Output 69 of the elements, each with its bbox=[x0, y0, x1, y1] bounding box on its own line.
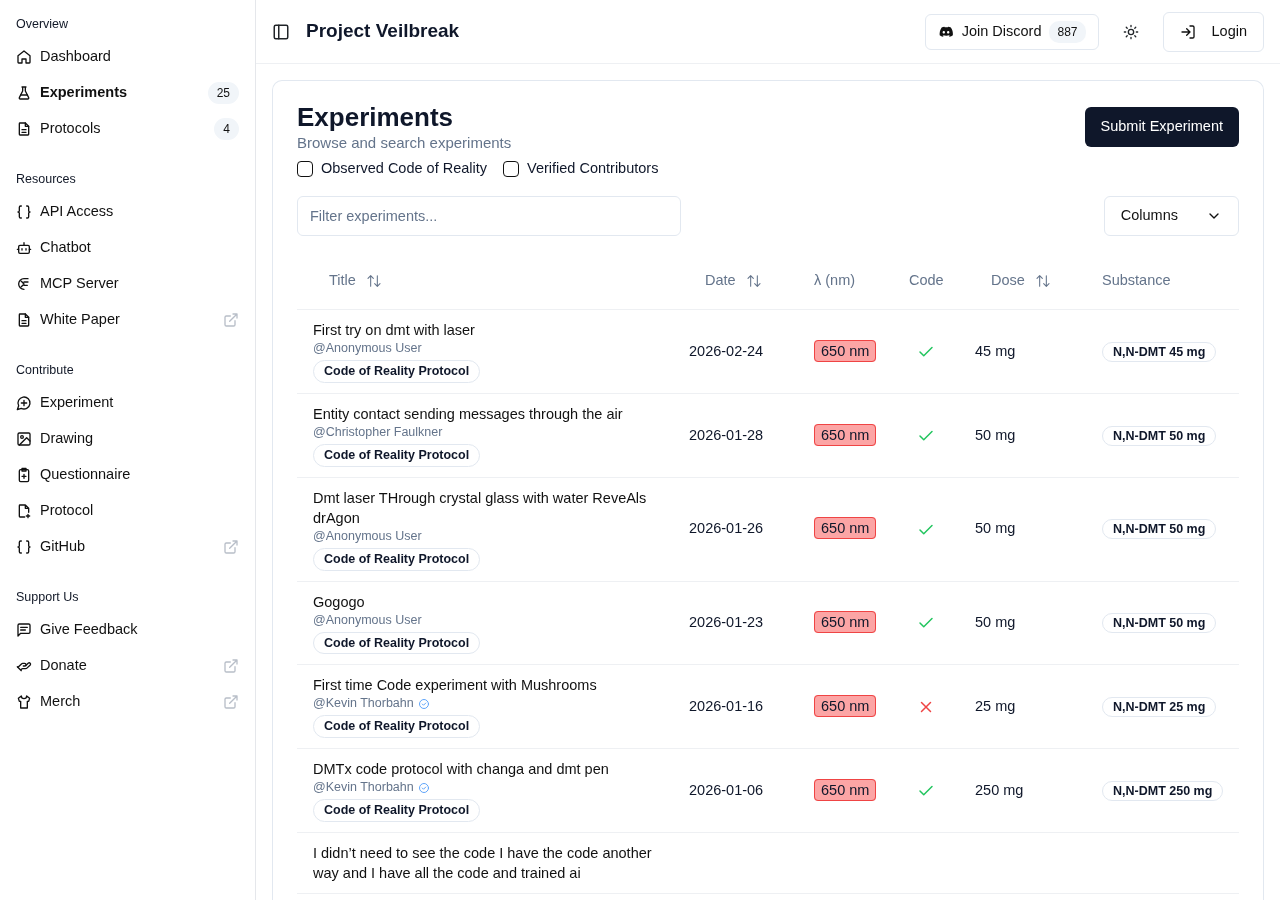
sort-header-button[interactable]: Title bbox=[313, 269, 398, 292]
experiment-title: I didn’t need to see the code I have the code another way and I have all the code and trained ai bbox=[313, 843, 653, 883]
sort-header-button[interactable]: Date bbox=[689, 269, 778, 292]
dose-text: 25 mg bbox=[975, 697, 1016, 714]
sidebar-item[interactable]: Questionnaire bbox=[16, 457, 239, 493]
author-name: @Anonymous User bbox=[313, 611, 422, 629]
sidebar-item[interactable]: Protocol bbox=[16, 493, 239, 529]
dose-text: 50 mg bbox=[975, 520, 1016, 537]
columns-button[interactable]: Columns bbox=[1103, 195, 1239, 236]
submit-button[interactable]: Submit Experiment bbox=[1084, 107, 1239, 147]
login-button[interactable]: Login bbox=[1162, 11, 1264, 52]
sidebar-item[interactable]: Donate bbox=[16, 648, 239, 684]
dose-text: 250 mg bbox=[975, 781, 1024, 798]
date-text: 2026-01-28 bbox=[689, 426, 764, 443]
experiment-title: First try on dmt with laser bbox=[313, 321, 476, 341]
sidebar-item[interactable]: Drawing bbox=[16, 421, 239, 457]
experiment-title: DMTx code protocol with changa and dmt pen bbox=[313, 760, 610, 780]
count-badge: 25 bbox=[207, 82, 239, 104]
sidebar-item[interactable]: GitHub bbox=[16, 529, 239, 565]
count-badge: 4 bbox=[214, 118, 239, 140]
filter-checkbox[interactable]: Observed Code of Reality bbox=[297, 158, 488, 180]
date-text: 2026-02-24 bbox=[689, 342, 764, 359]
search-field[interactable]: Filter experiments... bbox=[297, 195, 681, 236]
experiment-title: Dmt laser THrough crystal glass with water ReveAls drAgon bbox=[313, 488, 648, 528]
dose-text: 45 mg bbox=[975, 342, 1016, 359]
experiment-title: First time Code experiment with Mushrooms bbox=[313, 676, 598, 696]
author-name: @Anonymous User bbox=[313, 527, 422, 545]
sort-header-button[interactable]: Dose bbox=[975, 269, 1067, 292]
section-heading: Support Us bbox=[16, 589, 80, 606]
experiment-title: Entity contact sending messages through the air bbox=[313, 405, 624, 425]
author-name: @Christopher Faulkner bbox=[313, 424, 443, 442]
sidebar-item[interactable]: Experiments 25 bbox=[16, 75, 239, 111]
discord-button[interactable]: Join Discord 887 bbox=[924, 13, 1099, 50]
section-heading: Overview bbox=[16, 16, 70, 33]
app-title: Project Veilbreak bbox=[306, 19, 460, 44]
sidebar-item[interactable]: Dashboard bbox=[16, 39, 239, 75]
author-name: @Anonymous User bbox=[313, 340, 422, 358]
column-header: Substance bbox=[1102, 270, 1171, 290]
page-subtitle: Browse and search experiments bbox=[297, 132, 513, 153]
sidebar-item[interactable]: Give Feedback bbox=[16, 612, 239, 648]
sidebar-item[interactable]: White Paper bbox=[16, 302, 239, 338]
section-heading: Resources bbox=[16, 171, 77, 188]
column-header: λ (nm) bbox=[814, 270, 856, 290]
date-text: 2026-01-16 bbox=[689, 697, 764, 714]
section-heading: Contribute bbox=[16, 362, 75, 379]
sidebar-item[interactable]: Protocols 4 bbox=[16, 111, 239, 147]
sidebar-item[interactable]: MCP Server bbox=[16, 266, 239, 302]
wavelength-badge: 650 nm bbox=[814, 423, 877, 446]
experiment-title: Gogogo bbox=[313, 592, 366, 612]
wavelength-badge: 650 nm bbox=[814, 339, 877, 362]
sidebar-item[interactable]: Experiment bbox=[16, 385, 239, 421]
filter-checkbox[interactable]: Verified Contributors bbox=[503, 158, 659, 180]
sidebar-item[interactable]: API Access bbox=[16, 194, 239, 230]
date-text: 2026-01-06 bbox=[689, 781, 764, 798]
author-name: @Kevin Thorbahn bbox=[313, 779, 414, 797]
dose-text: 50 mg bbox=[975, 614, 1016, 631]
date-text: 2026-01-23 bbox=[689, 614, 764, 631]
sidebar-item[interactable]: Chatbot bbox=[16, 230, 239, 266]
dose-text: 50 mg bbox=[975, 426, 1016, 443]
author-name: @Kevin Thorbahn bbox=[313, 695, 414, 713]
count-badge: 887 bbox=[1049, 20, 1086, 43]
page-title: Experiments bbox=[297, 103, 455, 132]
sidebar-item[interactable]: Merch bbox=[16, 684, 239, 720]
column-header: Code bbox=[909, 270, 944, 290]
date-text: 2026-01-26 bbox=[689, 520, 764, 537]
wavelength-badge: 650 nm bbox=[814, 517, 877, 540]
wavelength-badge: 650 nm bbox=[814, 694, 877, 717]
wavelength-badge: 650 nm bbox=[814, 778, 877, 801]
wavelength-badge: 650 nm bbox=[814, 611, 877, 634]
